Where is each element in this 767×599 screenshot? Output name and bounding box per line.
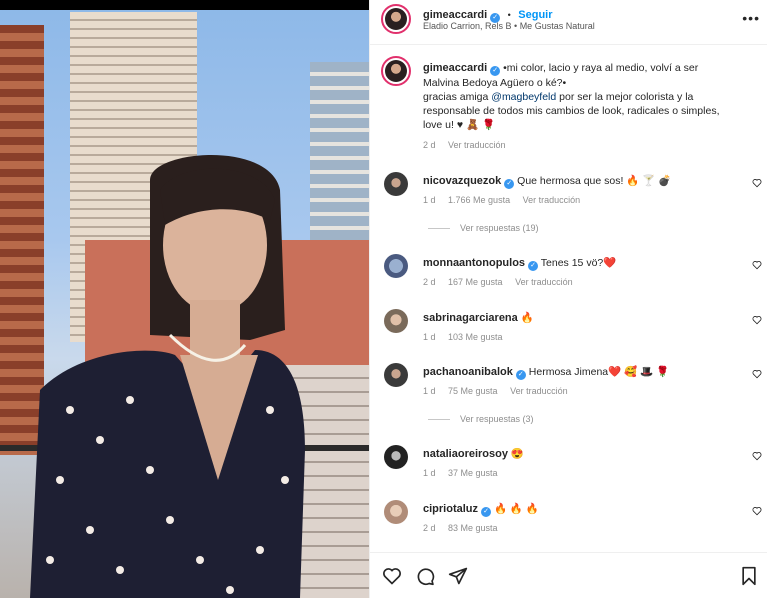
comment-avatar[interactable] bbox=[384, 363, 408, 387]
comment-username[interactable]: nicovazquezok bbox=[423, 175, 501, 187]
header-dot: • bbox=[507, 10, 511, 20]
comment-body: Hermosa Jimena❤️ 🥰 🎩 🌹 bbox=[528, 366, 670, 378]
comment-icon[interactable] bbox=[415, 566, 435, 586]
comment-translate[interactable]: Ver traducción bbox=[510, 386, 568, 396]
action-bar bbox=[370, 552, 767, 599]
replies-label[interactable]: Ver respuestas (3) bbox=[460, 414, 534, 424]
person-figure bbox=[30, 155, 305, 598]
comment-body: 🔥 bbox=[520, 312, 534, 324]
comment-body: 🔥 🔥 🔥 bbox=[493, 503, 539, 515]
heart-icon[interactable] bbox=[382, 566, 402, 586]
comment-avatar[interactable] bbox=[384, 254, 408, 278]
comment-translate[interactable]: Ver traducción bbox=[523, 195, 581, 205]
comment-likes[interactable]: 37 Me gusta bbox=[448, 468, 498, 478]
comment: cipriotaluz ✓ 🔥 🔥 🔥 bbox=[423, 502, 539, 517]
comment-time: 1 d bbox=[423, 386, 436, 396]
caption-line-1: •mi color, lacio y raya al medio, volví … bbox=[503, 62, 699, 74]
comment-body: 😍 bbox=[510, 448, 524, 460]
comment-username[interactable]: cipriotaluz bbox=[423, 503, 478, 515]
author-username[interactable]: gimeaccardi bbox=[423, 9, 487, 21]
follow-button[interactable]: Seguir bbox=[518, 9, 552, 21]
caption-avatar[interactable] bbox=[381, 56, 411, 86]
comment-username[interactable]: sabrinagarciarena bbox=[423, 312, 518, 324]
comment-meta: 1 d 37 Me gusta bbox=[423, 468, 508, 478]
caption-line-4: responsable de todos mis cambios de look… bbox=[423, 105, 720, 117]
author-avatar[interactable] bbox=[381, 4, 411, 34]
comment: pachanoanibalok ✓ Hermosa Jimena❤️ 🥰 🎩 🌹 bbox=[423, 365, 669, 380]
comment: nicovazquezok ✓ Que hermosa que sos! 🔥 🍸 … bbox=[423, 174, 671, 189]
comment: sabrinagarciarena 🔥 bbox=[423, 311, 534, 324]
comment-meta: 1 d 75 Me gusta Ver traducción bbox=[423, 386, 578, 396]
comment-meta: 2 d 83 Me gusta bbox=[423, 523, 508, 533]
comment-time: 2 d bbox=[423, 277, 436, 287]
heart-icon[interactable] bbox=[752, 506, 762, 516]
audio-label[interactable]: Eladio Carrion, Rels B • Me Gustas Natur… bbox=[423, 21, 595, 31]
comment-time: 1 d bbox=[423, 332, 436, 342]
verified-icon: ✓ bbox=[504, 179, 515, 189]
comment-likes[interactable]: 75 Me gusta bbox=[448, 386, 498, 396]
post-header: gimeaccardi ✓ • Seguir Eladio Carrion, Re… bbox=[370, 0, 767, 45]
caption-meta: 2 d Ver traducción bbox=[423, 140, 516, 150]
bookmark-icon[interactable] bbox=[740, 566, 758, 586]
post-photo[interactable] bbox=[0, 0, 369, 598]
replies-label[interactable]: Ver respuestas (19) bbox=[460, 223, 539, 233]
caption-mention[interactable]: @magbeyfeld bbox=[491, 91, 556, 103]
caption-line-3-prefix: gracias amiga bbox=[423, 91, 492, 103]
share-icon[interactable] bbox=[448, 566, 468, 586]
comment-username[interactable]: monnaantonopulos bbox=[423, 257, 525, 269]
post-caption: gimeaccardi ✓ •mi color, lacio y raya al … bbox=[423, 61, 753, 132]
heart-icon[interactable] bbox=[752, 315, 762, 325]
verified-icon: ✓ bbox=[490, 66, 501, 76]
comment-avatar[interactable] bbox=[384, 500, 408, 524]
comment-translate[interactable]: Ver traducción bbox=[515, 277, 573, 287]
comment: monnaantonopulos ✓ Tenes 15 vö?❤️ bbox=[423, 256, 616, 271]
comment-avatar[interactable] bbox=[384, 309, 408, 333]
comment-meta: 2 d 167 Me gusta Ver traducción bbox=[423, 277, 583, 287]
caption-line-5: love u! ♥ 🧸 🌹 bbox=[423, 119, 496, 131]
more-icon[interactable]: ••• bbox=[742, 10, 760, 26]
heart-icon[interactable] bbox=[752, 260, 762, 270]
caption-line-3-suffix: por ser la mejor colorista y la bbox=[556, 91, 694, 103]
caption-translate[interactable]: Ver traducción bbox=[448, 140, 506, 150]
comment-meta: 1 d 1.766 Me gusta Ver traducción bbox=[423, 195, 590, 205]
comment-avatar[interactable] bbox=[384, 172, 408, 196]
verified-icon: ✓ bbox=[515, 370, 526, 380]
verified-icon: ✓ bbox=[528, 261, 539, 271]
comment-meta: 1 d 103 Me gusta bbox=[423, 332, 513, 342]
comment-likes[interactable]: 103 Me gusta bbox=[448, 332, 503, 342]
post-side-panel: gimeaccardi ✓ • Seguir Eladio Carrion, Re… bbox=[369, 0, 767, 598]
heart-icon[interactable] bbox=[752, 369, 762, 379]
comment-body: Tenes 15 vö?❤️ bbox=[540, 257, 617, 269]
view-replies[interactable]: Ver respuestas (3) bbox=[428, 414, 534, 424]
comment: nataliaoreirosoy 😍 bbox=[423, 447, 524, 460]
comment-avatar[interactable] bbox=[384, 445, 408, 469]
verified-icon: ✓ bbox=[481, 507, 492, 517]
comment-username[interactable]: pachanoanibalok bbox=[423, 366, 513, 378]
photo-top-bar bbox=[0, 0, 369, 10]
comment-likes[interactable]: 1.766 Me gusta bbox=[448, 195, 510, 205]
view-replies[interactable]: Ver respuestas (19) bbox=[428, 223, 539, 233]
caption-line-2: Malvina Bedoya Agüero o ké?• bbox=[423, 77, 567, 89]
heart-icon[interactable] bbox=[752, 451, 762, 461]
caption-time: 2 d bbox=[423, 140, 436, 150]
heart-icon[interactable] bbox=[752, 178, 762, 188]
comment-time: 1 d bbox=[423, 468, 436, 478]
caption-username[interactable]: gimeaccardi bbox=[423, 62, 487, 74]
comment-body: Que hermosa que sos! 🔥 🍸 💣 bbox=[517, 175, 672, 187]
comment-time: 2 d bbox=[423, 523, 436, 533]
comment-time: 1 d bbox=[423, 195, 436, 205]
comment-likes[interactable]: 167 Me gusta bbox=[448, 277, 503, 287]
comment-username[interactable]: nataliaoreirosoy bbox=[423, 448, 508, 460]
comment-likes[interactable]: 83 Me gusta bbox=[448, 523, 498, 533]
